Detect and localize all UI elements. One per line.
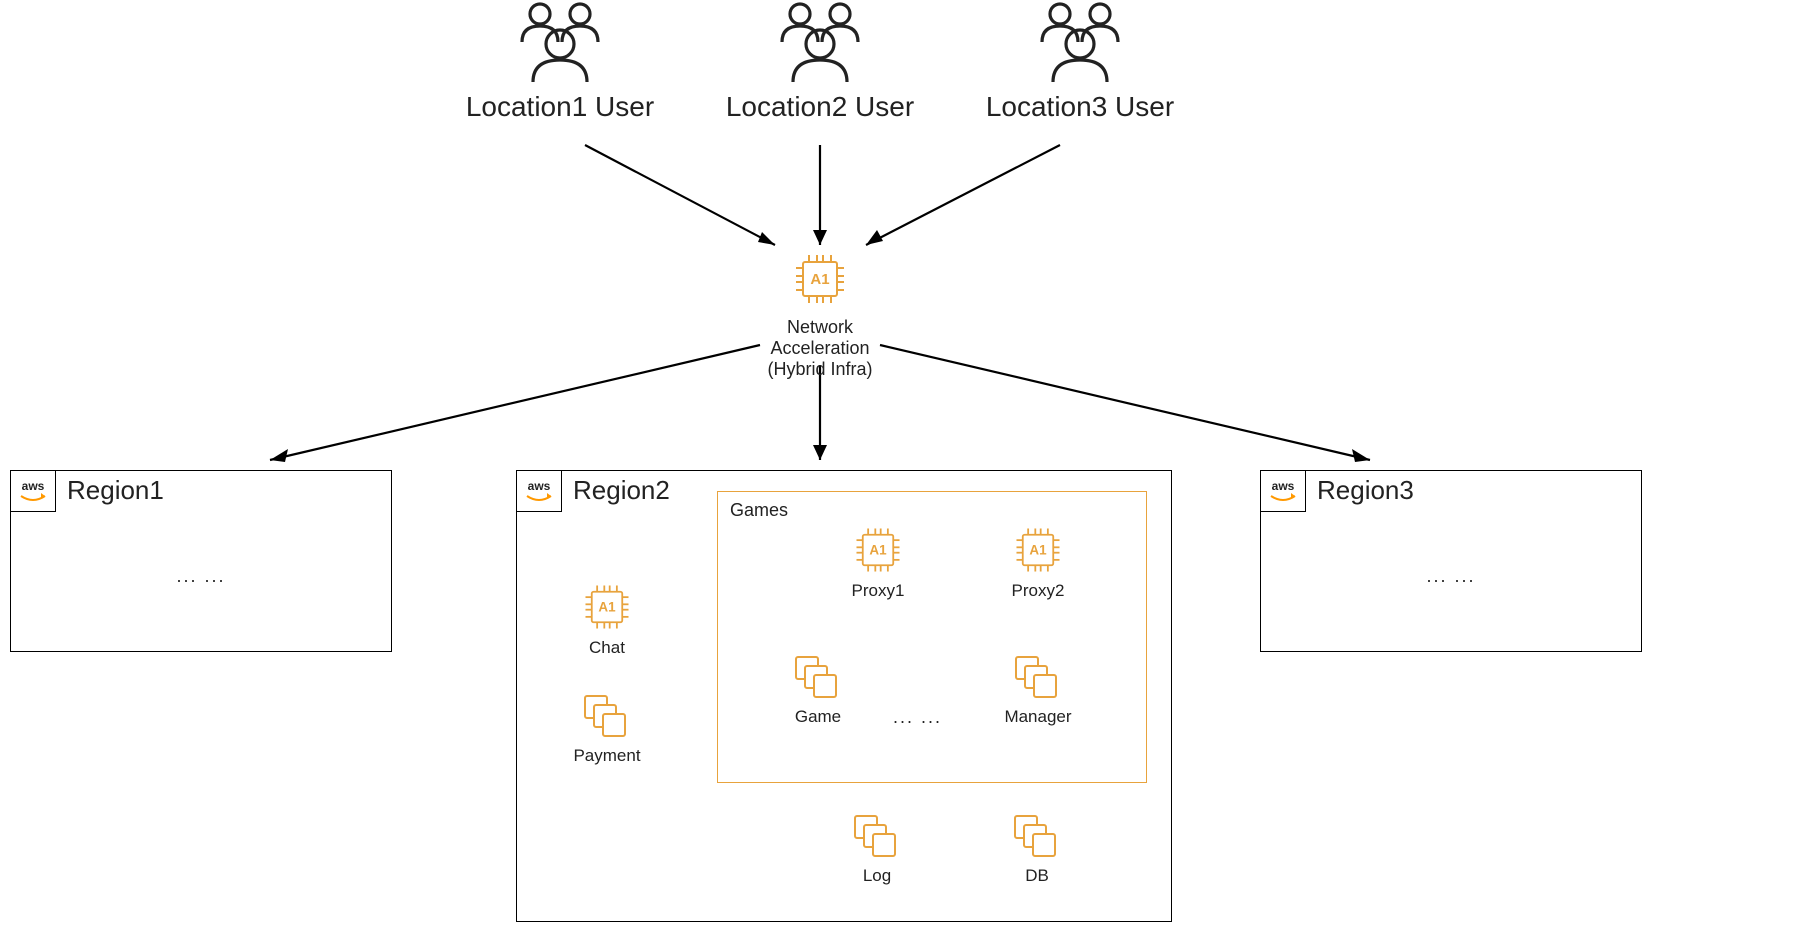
manager-node: Manager (988, 652, 1088, 727)
svg-text:A1: A1 (1029, 542, 1047, 557)
log-node: Log (827, 811, 927, 886)
payment-label: Payment (557, 746, 657, 766)
proxy2-label: Proxy2 (988, 581, 1088, 601)
aws-badge-icon: aws (516, 470, 562, 512)
arrow-user3-to-accel (866, 145, 1060, 245)
region2-box: aws Region2 A1 Chat (516, 470, 1172, 922)
region2-title: Region2 (573, 475, 670, 506)
containers-stack-icon (557, 691, 657, 746)
region3-box: aws Region3 ... ... (1260, 470, 1642, 652)
chat-node: A1 Chat (557, 581, 657, 658)
arrow-accel-to-region1 (270, 345, 760, 462)
svg-text:aws: aws (22, 479, 45, 493)
region3-content: ... ... (1261, 566, 1641, 587)
accel-label-line1: Network Acceleration (740, 317, 900, 359)
arrow-accel-to-region3 (880, 345, 1370, 462)
containers-stack-icon (827, 811, 927, 866)
region1-title: Region1 (67, 475, 164, 506)
containers-stack-icon (768, 652, 868, 707)
proxy1-label: Proxy1 (828, 581, 928, 601)
region3-title: Region3 (1317, 475, 1414, 506)
a1-chip-icon: A1 (828, 524, 928, 581)
containers-stack-icon (987, 811, 1087, 866)
svg-text:A1: A1 (869, 542, 887, 557)
games-ellipsis: ... ... (893, 707, 942, 728)
db-label: DB (987, 866, 1087, 886)
game-label: Game (768, 707, 868, 727)
chip-text: A1 (810, 271, 829, 288)
db-node: DB (987, 811, 1087, 886)
games-title: Games (730, 500, 788, 521)
log-label: Log (827, 866, 927, 886)
a1-chip-icon: A1 (740, 250, 900, 313)
game-node: Game (768, 652, 868, 727)
svg-text:aws: aws (1272, 479, 1295, 493)
containers-stack-icon (988, 652, 1088, 707)
accel-label-line2: (Hybrid Infra) (740, 359, 900, 380)
payment-node: Payment (557, 691, 657, 766)
network-accelerator: A1 Network Acceleration (Hybrid Infra) (740, 250, 900, 380)
a1-chip-icon: A1 (557, 581, 657, 638)
arrow-user1-to-accel (585, 145, 775, 245)
proxy2-node: A1 Proxy2 (988, 524, 1088, 601)
aws-badge-icon: aws (1260, 470, 1306, 512)
a1-chip-icon: A1 (988, 524, 1088, 581)
region1-box: aws Region1 ... ... (10, 470, 392, 652)
manager-label: Manager (988, 707, 1088, 727)
svg-text:aws: aws (528, 479, 551, 493)
arrow-user2-to-accel (813, 145, 827, 245)
proxy1-node: A1 Proxy1 (828, 524, 928, 601)
svg-text:A1: A1 (598, 599, 616, 614)
region1-content: ... ... (11, 566, 391, 587)
aws-badge-icon: aws (10, 470, 56, 512)
games-group-box: Games A1 Proxy1 (717, 491, 1147, 783)
diagram-canvas: Location1 User Location2 User (0, 0, 1804, 933)
chat-label: Chat (557, 638, 657, 658)
